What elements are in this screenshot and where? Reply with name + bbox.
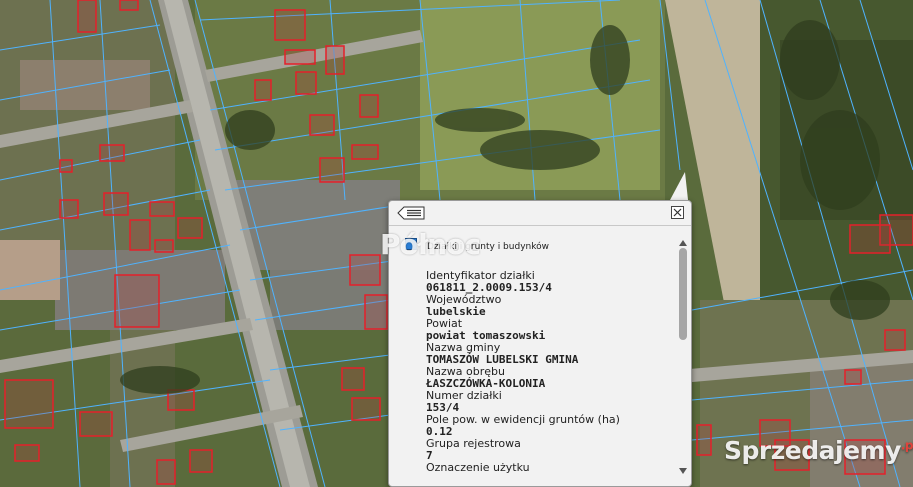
close-icon[interactable]: [671, 206, 684, 219]
brand-watermark: Sprzedajemy.pl: [724, 436, 913, 465]
scroll-down-icon: [679, 468, 687, 474]
attribute-list: Identyfikator działki 061811_2.0009.153/…: [426, 270, 620, 474]
popup-header: [389, 201, 691, 226]
brand-suffix: .pl: [900, 438, 913, 453]
popup-content: Działki i grunty i budynków Identyfikato…: [389, 226, 679, 486]
popup-scrollbar[interactable]: [678, 239, 688, 475]
field-label: Oznaczenie użytku: [426, 461, 530, 474]
scroll-thumb[interactable]: [679, 248, 687, 340]
north-watermark: Północ: [380, 228, 481, 261]
field-label: Grupa rejestrowa: [426, 437, 521, 450]
brand-name: Sprzedajemy: [724, 436, 901, 465]
scroll-up-icon: [679, 240, 687, 246]
field-label: Pole pow. w ewidencji gruntów (ha): [426, 413, 620, 426]
list-view-icon[interactable]: [397, 206, 425, 220]
